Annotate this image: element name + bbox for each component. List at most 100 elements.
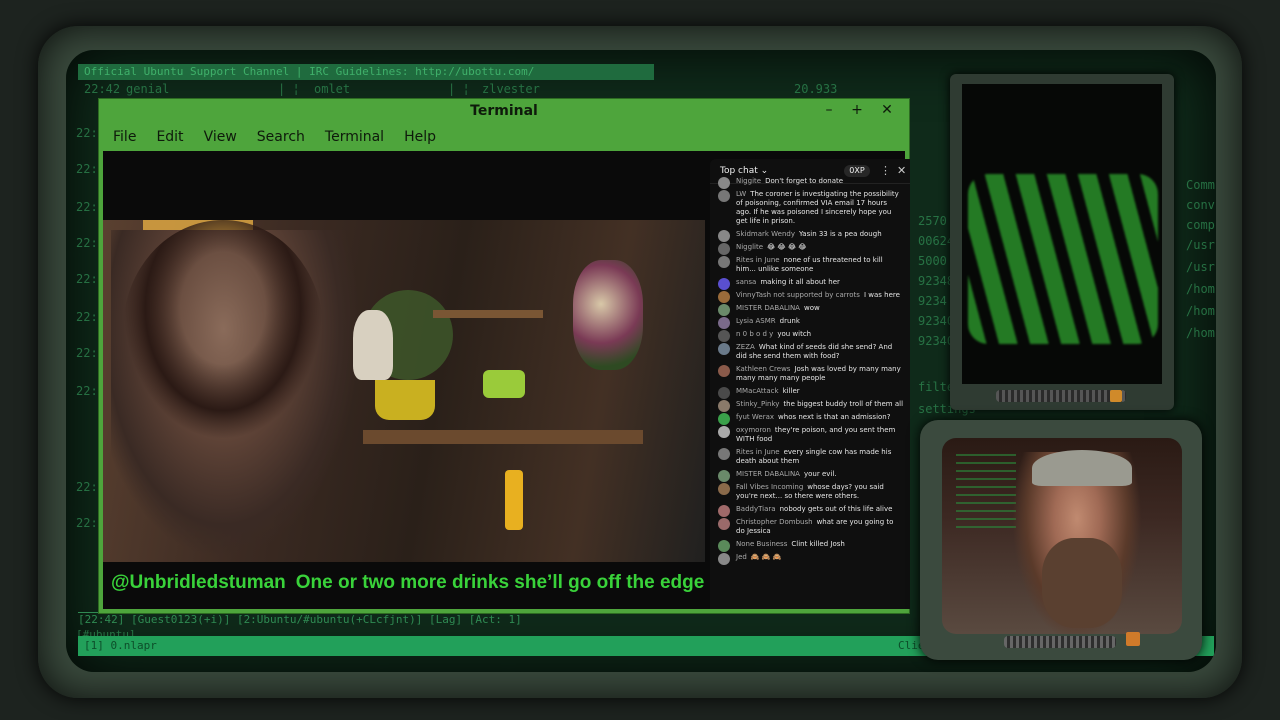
chat-highlight-caption: @Unbridledstuman One or two more drinks s… [111,572,704,594]
irc-right-label: /usr [1186,238,1215,252]
chat-author[interactable]: MISTER DABALINA [736,304,800,312]
chat-author[interactable]: Jed [736,553,747,561]
menu-terminal[interactable]: Terminal [315,125,394,149]
irc-right-number: 5000 [918,254,947,268]
avatar[interactable] [718,483,730,495]
doll-shape [353,310,393,380]
chat-author[interactable]: Rites in June [736,448,780,456]
chat-text: Clint killed Josh [791,540,845,548]
terminal-titlebar[interactable]: Terminal – + ✕ [99,99,909,125]
chat-author[interactable]: fyut Werax [736,413,774,421]
chat-author[interactable]: n 0 b o d y [736,330,773,338]
irc-nick: zlvester [482,82,540,96]
terminal-body: @Unbridledstuman One or two more drinks s… [103,151,910,609]
video-frame[interactable] [103,220,705,562]
live-chat-panel[interactable]: Top chat ⌄ 0XP ⋮ ✕ Niggite Don't forget t… [710,159,910,609]
chat-message[interactable]: MISTER DABALINA your evil. [710,468,910,482]
irc-status-text: [22:42] [Guest0123(+i)] [2:Ubuntu/#ubunt… [78,613,522,626]
chat-message[interactable]: Christopher Dombush what are you going to… [710,516,910,538]
chat-message[interactable]: Rites in June every single cow has made h… [710,446,910,468]
shelf-shape [363,430,643,444]
menu-edit[interactable]: Edit [146,125,193,149]
chat-text: you witch [777,330,812,338]
chat-message[interactable]: sansa making it all about her [710,276,910,290]
chat-author[interactable]: MMacAttack [736,387,779,395]
chat-message[interactable]: n 0 b o d y you witch [710,328,910,342]
chat-message[interactable]: Rites in June none of us threatened to ki… [710,254,910,276]
irc-timestamp: 22:42 [84,82,121,96]
terminal-window[interactable]: Terminal – + ✕ File Edit View Search Ter… [98,98,910,614]
background-screen [956,448,1016,528]
minimize-button[interactable]: – [819,102,839,118]
green-can-shape [483,370,525,398]
chat-text: wow [803,304,820,312]
chat-author[interactable]: LW [736,190,746,198]
avatar[interactable] [718,343,730,355]
chat-message[interactable]: Kathleen Crews Josh was loved by many man… [710,363,910,385]
irc-right-number: 00624 [918,234,955,248]
irc-right-number: 92340 [918,314,955,328]
chat-author[interactable]: BaddyTiara [736,505,776,513]
chat-message[interactable]: Skidmark Wendy Yasin 33 is a pea dough [710,228,910,242]
avatar[interactable] [718,256,730,268]
chat-author[interactable]: Rites in June [736,256,780,264]
webcam-monitor [920,420,1202,660]
irc-nick: genial [126,82,170,96]
menu-file[interactable]: File [103,125,146,149]
avatar[interactable] [718,365,730,377]
chat-author[interactable]: ZEZA [736,343,755,351]
avatar[interactable] [718,426,730,438]
menu-view[interactable]: View [194,125,247,149]
chat-message[interactable]: fyut Werax whos next is that an admission… [710,411,910,425]
chat-author[interactable]: Fall Vibes Incoming [736,483,803,491]
menu-help[interactable]: Help [394,125,446,149]
chat-message[interactable]: BaddyTiara nobody gets out of this life a… [710,503,910,517]
vent-grille [996,390,1126,402]
menu-search[interactable]: Search [247,125,315,149]
chat-author[interactable]: VinnyTash not supported by carrots [736,291,860,299]
chat-author[interactable]: oxymoron [736,426,771,434]
chat-message[interactable]: MMacAttack killer [710,385,910,399]
chat-message[interactable]: Stinky_Pinky the biggest buddy troll of t… [710,398,910,412]
irc-right-label: /hom [1186,304,1215,318]
avatar[interactable] [718,448,730,460]
chat-author[interactable]: Nigglite [736,243,763,251]
chat-message-list[interactable]: Niggite Don't forget to donate LW The coron… [710,175,910,565]
chat-message[interactable]: oxymoron they're poison, and you sent the… [710,424,910,446]
chat-author[interactable]: Stinky_Pinky [736,400,779,408]
avatar[interactable] [718,190,730,202]
avatar[interactable] [718,553,730,565]
chat-message[interactable]: Lysia ASMR drunk [710,315,910,329]
chat-author[interactable]: sansa [736,278,756,286]
maximize-button[interactable]: + [847,102,867,118]
chat-message[interactable]: Niggite Don't forget to donate [710,175,910,189]
chat-message[interactable]: MISTER DABALINA wow [710,302,910,316]
irc-right-label: /usr [1186,260,1215,274]
close-button[interactable]: ✕ [877,102,897,118]
chat-message[interactable]: Nigglite 😂 😂 😂 😂 [710,241,910,255]
irc-right-label: comp [1186,218,1215,232]
chat-author[interactable]: Lysia ASMR [736,317,776,325]
chat-message[interactable]: Fall Vibes Incoming whose days? you said … [710,481,910,503]
chat-message[interactable]: LW The coroner is investigating the possi… [710,188,910,228]
irc-topic: Official Ubuntu Support Channel | IRC Gu… [78,64,654,80]
chat-author[interactable]: Christopher Dombush [736,518,813,526]
chat-author[interactable]: MISTER DABALINA [736,470,800,478]
chat-author[interactable]: Kathleen Crews [736,365,790,373]
caption-user: @Unbridledstuman [111,572,286,593]
flowers-shape [573,260,643,370]
irc-nick-separator: | ¦ [448,82,470,96]
chat-author[interactable]: Niggite [736,177,761,185]
chat-message[interactable]: None Business Clint killed Josh [710,538,910,552]
chat-message[interactable]: Jed 🙈 🙈 🙈 [710,551,910,565]
gothic-logo-art [968,174,1158,344]
chat-author[interactable]: None Business [736,540,787,548]
avatar[interactable] [718,518,730,530]
bottle-shape [505,470,523,530]
chat-message[interactable]: ZEZA What kind of seeds did she send? And… [710,341,910,363]
chat-message[interactable]: VinnyTash not supported by carrots I was … [710,289,910,303]
irc-right-word: filte [918,380,955,394]
pot-shape [375,380,435,420]
chat-text: Don't forget to donate [765,177,844,185]
chat-author[interactable]: Skidmark Wendy [736,230,795,238]
